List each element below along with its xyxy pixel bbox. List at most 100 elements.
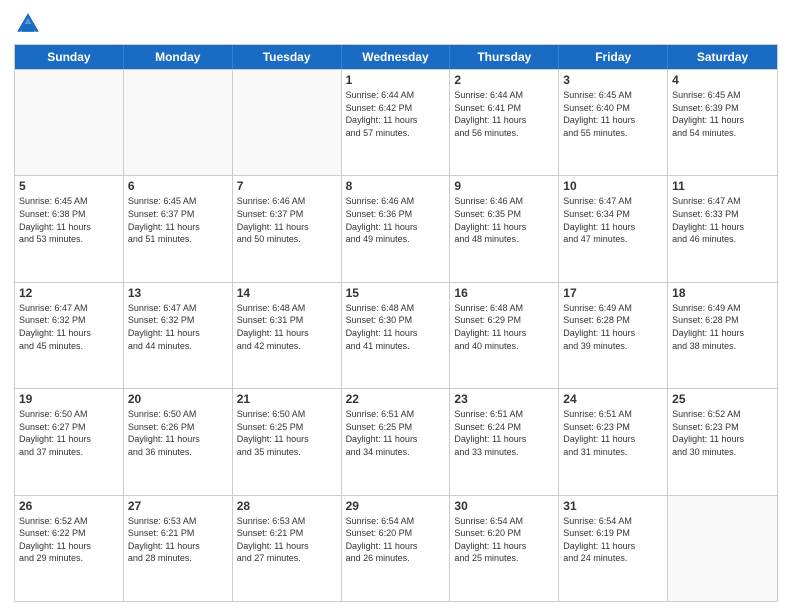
calendar-cell: 23Sunrise: 6:51 AM Sunset: 6:24 PM Dayli… bbox=[450, 389, 559, 494]
calendar-cell: 29 Sunrise: 6:54 AM Sunset: 6:20 PM Dayli… bbox=[342, 496, 451, 601]
day-info: Sunrise: 6:54 AM Sunset: 6:20 PM Dayligh… bbox=[346, 515, 446, 565]
calendar-cell: 5 Sunrise: 6:45 AM Sunset: 6:38 PM Daylig… bbox=[15, 176, 124, 281]
calendar-header-cell: Monday bbox=[124, 45, 233, 69]
calendar-cell: 22 Sunrise: 6:51 AM Sunset: 6:25 PM Dayli… bbox=[342, 389, 451, 494]
calendar-cell: 4 Sunrise: 6:45 AM Sunset: 6:39 PM Daylig… bbox=[668, 70, 777, 175]
day-info: Sunrise: 6:50 AM Sunset: 6:27 PM Dayligh… bbox=[19, 408, 119, 458]
day-info: Sunrise: 6:46 AM Sunset: 6:36 PM Dayligh… bbox=[346, 195, 446, 245]
day-number: 12 bbox=[19, 286, 119, 300]
logo bbox=[14, 10, 46, 38]
day-number: 29 bbox=[346, 499, 446, 513]
day-info: Sunrise: 6:47 AM Sunset: 6:34 PM Dayligh… bbox=[563, 195, 663, 245]
calendar-cell: 28 Sunrise: 6:53 AM Sunset: 6:21 PM Dayli… bbox=[233, 496, 342, 601]
day-number: 15 bbox=[346, 286, 446, 300]
day-number: 27 bbox=[128, 499, 228, 513]
calendar-cell: 31Sunrise: 6:54 AM Sunset: 6:19 PM Dayli… bbox=[559, 496, 668, 601]
day-number: 21 bbox=[237, 392, 337, 406]
day-number: 7 bbox=[237, 179, 337, 193]
day-number: 20 bbox=[128, 392, 228, 406]
calendar-header-cell: Tuesday bbox=[233, 45, 342, 69]
day-number: 18 bbox=[672, 286, 773, 300]
calendar-cell: 9 Sunrise: 6:46 AM Sunset: 6:35 PM Daylig… bbox=[450, 176, 559, 281]
calendar-week-3: 12 Sunrise: 6:47 AM Sunset: 6:32 PM Dayli… bbox=[15, 282, 777, 388]
day-info: Sunrise: 6:48 AM Sunset: 6:30 PM Dayligh… bbox=[346, 302, 446, 352]
calendar-cell: 10Sunrise: 6:47 AM Sunset: 6:34 PM Dayli… bbox=[559, 176, 668, 281]
day-number: 26 bbox=[19, 499, 119, 513]
calendar-cell: 19 Sunrise: 6:50 AM Sunset: 6:27 PM Dayli… bbox=[15, 389, 124, 494]
day-number: 13 bbox=[128, 286, 228, 300]
calendar-header-cell: Saturday bbox=[668, 45, 777, 69]
calendar-week-5: 26Sunrise: 6:52 AM Sunset: 6:22 PM Dayli… bbox=[15, 495, 777, 601]
day-info: Sunrise: 6:47 AM Sunset: 6:32 PM Dayligh… bbox=[19, 302, 119, 352]
day-number: 1 bbox=[346, 73, 446, 87]
day-number: 4 bbox=[672, 73, 773, 87]
calendar-header-cell: Sunday bbox=[15, 45, 124, 69]
day-info: Sunrise: 6:45 AM Sunset: 6:40 PM Dayligh… bbox=[563, 89, 663, 139]
day-number: 23 bbox=[454, 392, 554, 406]
day-info: Sunrise: 6:49 AM Sunset: 6:28 PM Dayligh… bbox=[563, 302, 663, 352]
calendar-cell: 21 Sunrise: 6:50 AM Sunset: 6:25 PM Dayli… bbox=[233, 389, 342, 494]
calendar: SundayMondayTuesdayWednesdayThursdayFrid… bbox=[14, 44, 778, 602]
day-info: Sunrise: 6:45 AM Sunset: 6:39 PM Dayligh… bbox=[672, 89, 773, 139]
calendar-cell: 18 Sunrise: 6:49 AM Sunset: 6:28 PM Dayli… bbox=[668, 283, 777, 388]
calendar-week-1: 1 Sunrise: 6:44 AM Sunset: 6:42 PM Daylig… bbox=[15, 69, 777, 175]
day-info: Sunrise: 6:54 AM Sunset: 6:20 PM Dayligh… bbox=[454, 515, 554, 565]
calendar-body: 1 Sunrise: 6:44 AM Sunset: 6:42 PM Daylig… bbox=[15, 69, 777, 601]
calendar-cell bbox=[233, 70, 342, 175]
calendar-cell: 2 Sunrise: 6:44 AM Sunset: 6:41 PM Daylig… bbox=[450, 70, 559, 175]
header bbox=[14, 10, 778, 38]
day-info: Sunrise: 6:46 AM Sunset: 6:37 PM Dayligh… bbox=[237, 195, 337, 245]
day-info: Sunrise: 6:45 AM Sunset: 6:37 PM Dayligh… bbox=[128, 195, 228, 245]
day-number: 28 bbox=[237, 499, 337, 513]
day-number: 5 bbox=[19, 179, 119, 193]
calendar-cell: 20 Sunrise: 6:50 AM Sunset: 6:26 PM Dayli… bbox=[124, 389, 233, 494]
calendar-week-2: 5 Sunrise: 6:45 AM Sunset: 6:38 PM Daylig… bbox=[15, 175, 777, 281]
calendar-cell: 8Sunrise: 6:46 AM Sunset: 6:36 PM Daylig… bbox=[342, 176, 451, 281]
day-info: Sunrise: 6:48 AM Sunset: 6:31 PM Dayligh… bbox=[237, 302, 337, 352]
calendar-cell: 11Sunrise: 6:47 AM Sunset: 6:33 PM Dayli… bbox=[668, 176, 777, 281]
day-number: 9 bbox=[454, 179, 554, 193]
day-number: 6 bbox=[128, 179, 228, 193]
day-number: 14 bbox=[237, 286, 337, 300]
calendar-cell: 7 Sunrise: 6:46 AM Sunset: 6:37 PM Daylig… bbox=[233, 176, 342, 281]
day-number: 30 bbox=[454, 499, 554, 513]
day-info: Sunrise: 6:47 AM Sunset: 6:33 PM Dayligh… bbox=[672, 195, 773, 245]
day-number: 3 bbox=[563, 73, 663, 87]
day-info: Sunrise: 6:53 AM Sunset: 6:21 PM Dayligh… bbox=[237, 515, 337, 565]
calendar-cell: 24 Sunrise: 6:51 AM Sunset: 6:23 PM Dayli… bbox=[559, 389, 668, 494]
day-info: Sunrise: 6:46 AM Sunset: 6:35 PM Dayligh… bbox=[454, 195, 554, 245]
calendar-week-4: 19 Sunrise: 6:50 AM Sunset: 6:27 PM Dayli… bbox=[15, 388, 777, 494]
calendar-cell bbox=[668, 496, 777, 601]
day-number: 25 bbox=[672, 392, 773, 406]
calendar-cell: 14 Sunrise: 6:48 AM Sunset: 6:31 PM Dayli… bbox=[233, 283, 342, 388]
calendar-cell: 26Sunrise: 6:52 AM Sunset: 6:22 PM Dayli… bbox=[15, 496, 124, 601]
day-number: 17 bbox=[563, 286, 663, 300]
logo-icon bbox=[14, 10, 42, 38]
day-info: Sunrise: 6:50 AM Sunset: 6:26 PM Dayligh… bbox=[128, 408, 228, 458]
day-number: 31 bbox=[563, 499, 663, 513]
day-info: Sunrise: 6:51 AM Sunset: 6:25 PM Dayligh… bbox=[346, 408, 446, 458]
day-info: Sunrise: 6:47 AM Sunset: 6:32 PM Dayligh… bbox=[128, 302, 228, 352]
calendar-cell: 25 Sunrise: 6:52 AM Sunset: 6:23 PM Dayli… bbox=[668, 389, 777, 494]
day-info: Sunrise: 6:49 AM Sunset: 6:28 PM Dayligh… bbox=[672, 302, 773, 352]
day-info: Sunrise: 6:45 AM Sunset: 6:38 PM Dayligh… bbox=[19, 195, 119, 245]
day-info: Sunrise: 6:44 AM Sunset: 6:41 PM Dayligh… bbox=[454, 89, 554, 139]
calendar-cell: 13 Sunrise: 6:47 AM Sunset: 6:32 PM Dayli… bbox=[124, 283, 233, 388]
calendar-header-cell: Thursday bbox=[450, 45, 559, 69]
calendar-header-row: SundayMondayTuesdayWednesdayThursdayFrid… bbox=[15, 45, 777, 69]
calendar-cell: 12 Sunrise: 6:47 AM Sunset: 6:32 PM Dayli… bbox=[15, 283, 124, 388]
day-number: 22 bbox=[346, 392, 446, 406]
day-info: Sunrise: 6:51 AM Sunset: 6:23 PM Dayligh… bbox=[563, 408, 663, 458]
day-number: 2 bbox=[454, 73, 554, 87]
day-info: Sunrise: 6:52 AM Sunset: 6:23 PM Dayligh… bbox=[672, 408, 773, 458]
calendar-cell bbox=[124, 70, 233, 175]
day-number: 24 bbox=[563, 392, 663, 406]
day-info: Sunrise: 6:50 AM Sunset: 6:25 PM Dayligh… bbox=[237, 408, 337, 458]
calendar-cell: 15 Sunrise: 6:48 AM Sunset: 6:30 PM Dayli… bbox=[342, 283, 451, 388]
day-number: 19 bbox=[19, 392, 119, 406]
calendar-header-cell: Wednesday bbox=[342, 45, 451, 69]
calendar-cell: 1 Sunrise: 6:44 AM Sunset: 6:42 PM Daylig… bbox=[342, 70, 451, 175]
day-info: Sunrise: 6:44 AM Sunset: 6:42 PM Dayligh… bbox=[346, 89, 446, 139]
calendar-cell: 16Sunrise: 6:48 AM Sunset: 6:29 PM Dayli… bbox=[450, 283, 559, 388]
calendar-page: SundayMondayTuesdayWednesdayThursdayFrid… bbox=[0, 0, 792, 612]
